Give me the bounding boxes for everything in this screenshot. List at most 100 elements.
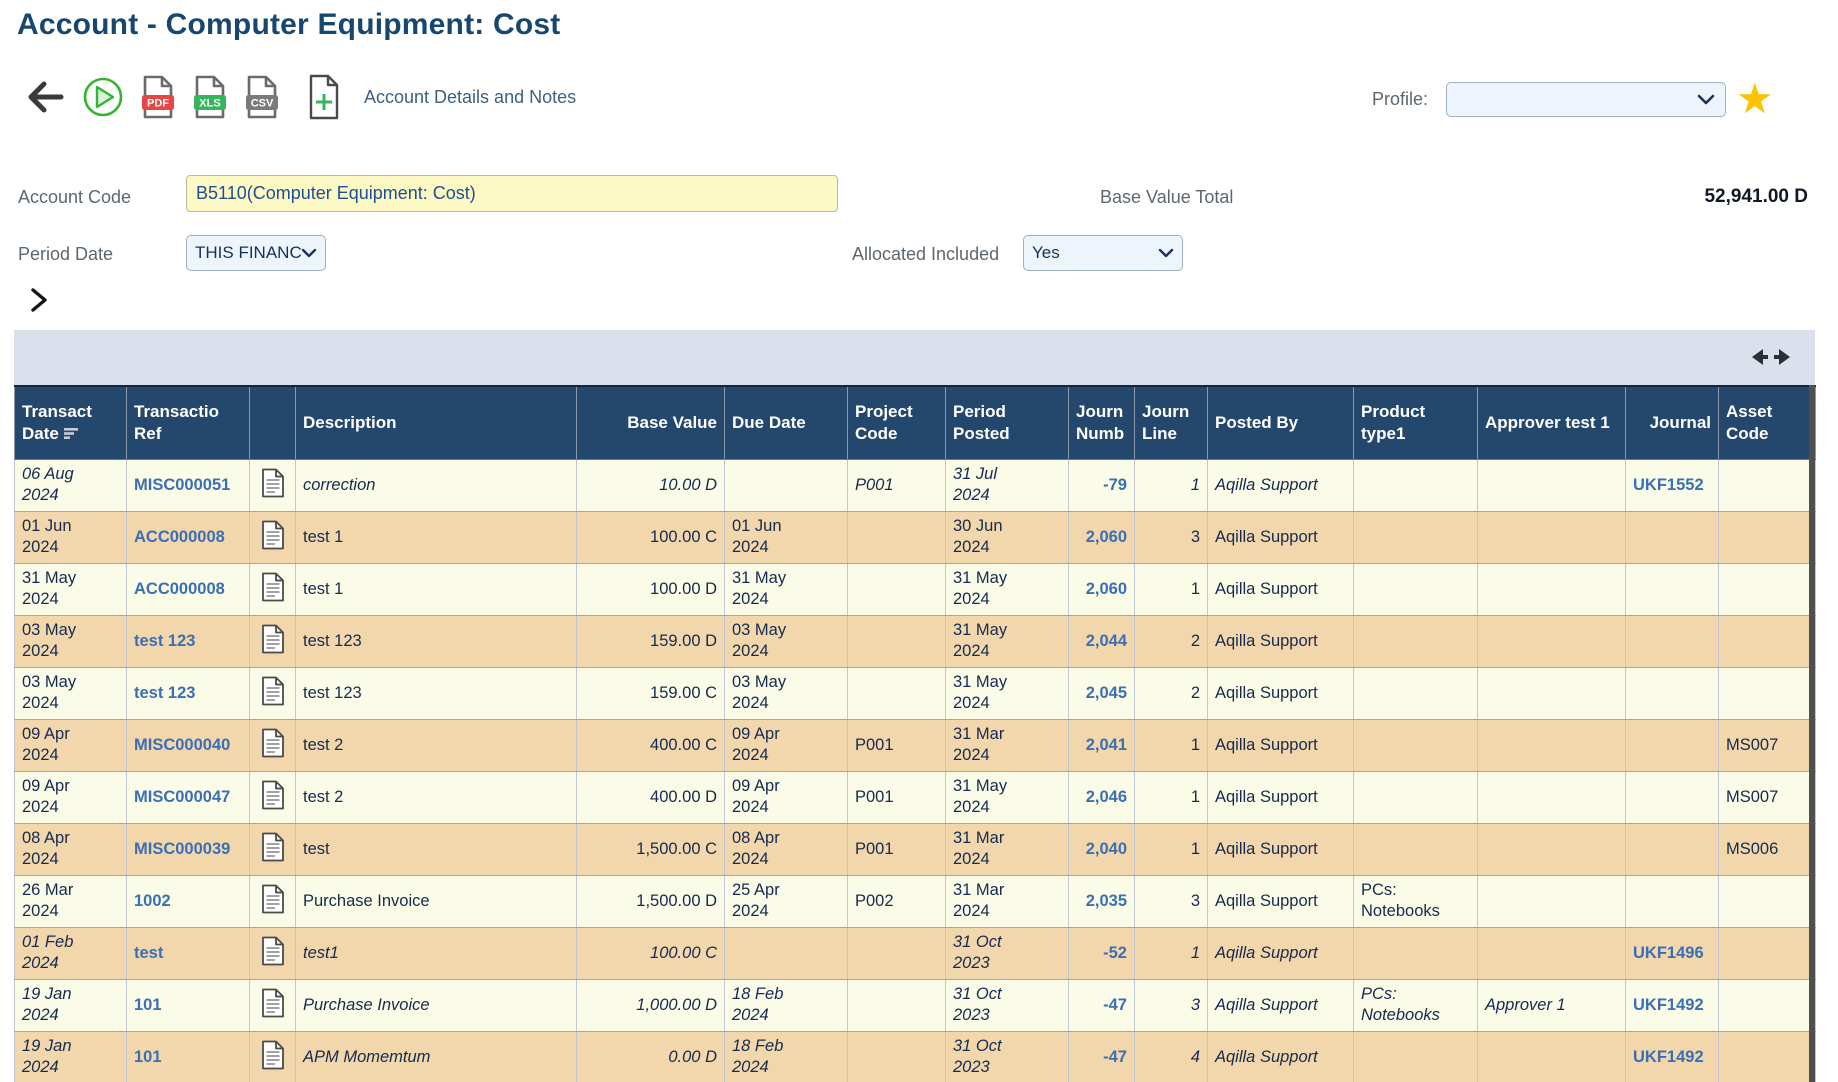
column-header-project_code[interactable]: Project Code — [848, 386, 946, 459]
column-header-journal[interactable]: Journal — [1626, 386, 1719, 459]
table-cell-asset_code — [1719, 875, 1816, 927]
document-icon[interactable] — [261, 728, 285, 758]
table-cell-transaction_date: 01 Jun 2024 — [15, 511, 127, 563]
table-cell-journal_number[interactable]: 2,044 — [1069, 615, 1135, 667]
table-row: 19 Jan 2024101Purchase Invoice1,000.00 D… — [15, 979, 1816, 1031]
table-cell-posted_by: Aqilla Support — [1208, 459, 1354, 511]
table-cell-asset_code — [1719, 563, 1816, 615]
table-cell-journal_line: 1 — [1135, 823, 1208, 875]
table-cell-description: test 123 — [296, 615, 577, 667]
table-cell-journal[interactable]: UKF1492 — [1626, 979, 1719, 1031]
table-cell-journal[interactable]: UKF1552 — [1626, 459, 1719, 511]
table-cell-journal_number[interactable]: -47 — [1069, 979, 1135, 1031]
table-cell-journal_number[interactable]: -52 — [1069, 927, 1135, 979]
profile-select[interactable] — [1446, 82, 1726, 117]
table-cell-transaction_ref[interactable]: ACC000008 — [127, 563, 250, 615]
column-header-doc[interactable] — [250, 386, 296, 459]
table-cell-transaction_date: 06 Aug 2024 — [15, 459, 127, 511]
table-cell-transaction_ref[interactable]: 1002 — [127, 875, 250, 927]
table-cell-product_type1: PCs: Notebooks — [1354, 875, 1478, 927]
table-cell-product_type1 — [1354, 927, 1478, 979]
run-icon[interactable] — [82, 76, 124, 118]
table-cell-posted_by: Aqilla Support — [1208, 927, 1354, 979]
column-header-transaction_date[interactable]: Transact Date — [15, 386, 127, 459]
table-cell-journal_number[interactable]: 2,040 — [1069, 823, 1135, 875]
table-cell-asset_code — [1719, 979, 1816, 1031]
table-cell-project_code — [848, 667, 946, 719]
table-cell-posted_by: Aqilla Support — [1208, 615, 1354, 667]
table-cell-transaction_ref[interactable]: test 123 — [127, 615, 250, 667]
table-cell-asset_code — [1719, 667, 1816, 719]
column-header-journal_number[interactable]: Journ Numb — [1069, 386, 1135, 459]
column-header-due_date[interactable]: Due Date — [725, 386, 848, 459]
table-cell-transaction_ref[interactable]: MISC000047 — [127, 771, 250, 823]
document-icon[interactable] — [261, 884, 285, 914]
table-row: 01 Jun 2024ACC000008test 1100.00 C01 Jun… — [15, 511, 1816, 563]
table-cell-journal_number[interactable]: 2,041 — [1069, 719, 1135, 771]
column-header-base_value[interactable]: Base Value — [577, 386, 725, 459]
document-icon[interactable] — [261, 780, 285, 810]
table-cell-transaction_ref[interactable]: 101 — [127, 979, 250, 1031]
table-cell-transaction_date: 19 Jan 2024 — [15, 1031, 127, 1082]
table-cell-product_type1 — [1354, 719, 1478, 771]
table-cell-period_posted: 31 Jul 2024 — [946, 459, 1069, 511]
column-header-product_type1[interactable]: Product type1 — [1354, 386, 1478, 459]
table-cell-journal_number[interactable]: 2,045 — [1069, 667, 1135, 719]
document-icon[interactable] — [261, 468, 285, 498]
table-scrollbar[interactable] — [1809, 385, 1815, 1082]
document-add-icon[interactable] — [306, 73, 342, 121]
document-icon[interactable] — [261, 624, 285, 654]
table-cell-transaction_ref[interactable]: test 123 — [127, 667, 250, 719]
table-cell-transaction_ref[interactable]: MISC000039 — [127, 823, 250, 875]
back-icon[interactable] — [24, 77, 66, 117]
column-header-journal_line[interactable]: Journ Line — [1135, 386, 1208, 459]
table-cell-transaction_ref[interactable]: ACC000008 — [127, 511, 250, 563]
table-cell-base_value: 400.00 D — [577, 771, 725, 823]
document-icon[interactable] — [261, 988, 285, 1018]
table-cell-base_value: 1,000.00 D — [577, 979, 725, 1031]
table-cell-posted_by: Aqilla Support — [1208, 511, 1354, 563]
table-cell-transaction_ref[interactable]: test — [127, 927, 250, 979]
table-cell-journal_number[interactable]: 2,060 — [1069, 563, 1135, 615]
period-date-select[interactable]: THIS FINANCIA — [186, 235, 326, 271]
table-cell-doc — [250, 511, 296, 563]
column-header-posted_by[interactable]: Posted By — [1208, 386, 1354, 459]
table-cell-journal — [1626, 667, 1719, 719]
allocated-included-label: Allocated Included — [852, 244, 999, 265]
document-icon[interactable] — [261, 1040, 285, 1070]
table-cell-base_value: 0.00 D — [577, 1031, 725, 1082]
document-icon[interactable] — [261, 572, 285, 602]
allocated-included-select[interactable]: Yes — [1023, 235, 1183, 271]
table-cell-journal_number[interactable]: 2,035 — [1069, 875, 1135, 927]
document-icon[interactable] — [261, 832, 285, 862]
column-header-approver_test1[interactable]: Approver test 1 — [1478, 386, 1626, 459]
table-cell-journal_number[interactable]: 2,060 — [1069, 511, 1135, 563]
table-cell-transaction_ref[interactable]: MISC000051 — [127, 459, 250, 511]
period-date-label: Period Date — [18, 244, 113, 265]
star-icon[interactable]: ★ — [1736, 80, 1774, 118]
document-icon[interactable] — [261, 520, 285, 550]
account-code-input[interactable] — [186, 175, 838, 212]
table-cell-journal[interactable]: UKF1492 — [1626, 1031, 1719, 1082]
table-cell-journal_number[interactable]: -79 — [1069, 459, 1135, 511]
table-cell-transaction_date: 03 May 2024 — [15, 667, 127, 719]
table-cell-transaction_ref[interactable]: MISC000040 — [127, 719, 250, 771]
expand-filters-chevron-icon[interactable] — [26, 286, 50, 319]
table-cell-journal_number[interactable]: 2,046 — [1069, 771, 1135, 823]
document-icon[interactable] — [261, 936, 285, 966]
account-details-notes-link[interactable]: Account Details and Notes — [364, 87, 576, 108]
column-header-period_posted[interactable]: Period Posted — [946, 386, 1069, 459]
csv-export-icon[interactable]: CSV — [244, 74, 280, 120]
pdf-export-icon[interactable]: PDF — [140, 74, 176, 120]
table-cell-due_date — [725, 459, 848, 511]
column-header-asset_code[interactable]: Asset Code — [1719, 386, 1816, 459]
xls-export-icon[interactable]: XLS — [192, 74, 228, 120]
column-header-description[interactable]: Description — [296, 386, 577, 459]
table-cell-transaction_date: 09 Apr 2024 — [15, 771, 127, 823]
resize-columns-icon[interactable] — [1751, 343, 1791, 376]
table-cell-transaction_ref[interactable]: 101 — [127, 1031, 250, 1082]
column-header-transaction_ref[interactable]: Transactio Ref — [127, 386, 250, 459]
table-cell-journal_number[interactable]: -47 — [1069, 1031, 1135, 1082]
table-cell-journal[interactable]: UKF1496 — [1626, 927, 1719, 979]
document-icon[interactable] — [261, 676, 285, 706]
